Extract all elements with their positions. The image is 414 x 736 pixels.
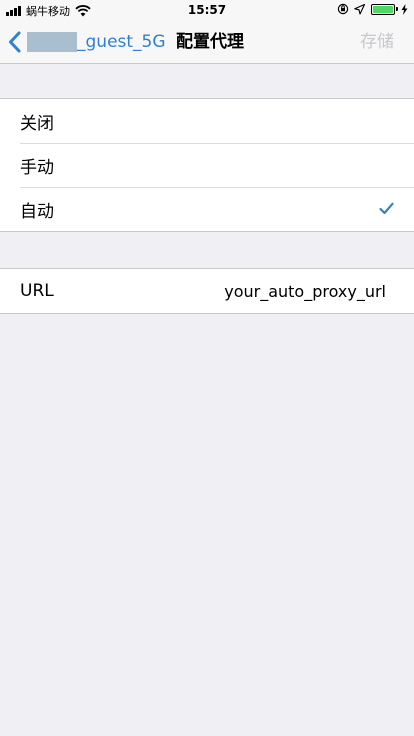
navigation-bar: _guest_5G 配置代理 存储: [0, 20, 414, 64]
url-row[interactable]: URL your_auto_proxy_url: [0, 269, 414, 313]
battery-tip: [396, 7, 398, 11]
url-label: URL: [20, 281, 54, 301]
url-field[interactable]: your_auto_proxy_url: [224, 282, 386, 301]
location-arrow-icon: [354, 3, 365, 15]
proxy-mode-group: 关闭 手动 自动: [0, 98, 414, 232]
proxy-option-manual[interactable]: 手动: [0, 143, 414, 187]
back-label: _guest_5G: [77, 32, 166, 52]
checkmark-icon: [379, 202, 394, 215]
redacted-network-name: [27, 32, 77, 52]
orientation-lock-icon: [337, 3, 349, 15]
page-title: 配置代理: [176, 32, 244, 52]
charging-bolt-icon: [401, 3, 408, 15]
proxy-option-off[interactable]: 关闭: [0, 99, 414, 143]
proxy-settings-screen: 蜗牛移动 15:57 _guest_5G 配置代理 存储 关闭 手动 自动 UR…: [0, 0, 414, 736]
status-bar-right: [332, 3, 408, 15]
save-button[interactable]: 存储: [360, 20, 394, 64]
battery-icon: [371, 3, 395, 15]
proxy-option-auto[interactable]: 自动: [0, 187, 414, 231]
option-label: 关闭: [20, 113, 54, 134]
status-bar: 蜗牛移动 15:57: [0, 0, 414, 20]
option-label: 自动: [20, 201, 54, 222]
back-button[interactable]: _guest_5G: [8, 20, 166, 64]
chevron-left-icon: [9, 31, 21, 53]
option-label: 手动: [20, 157, 54, 178]
url-group: URL your_auto_proxy_url: [0, 268, 414, 314]
